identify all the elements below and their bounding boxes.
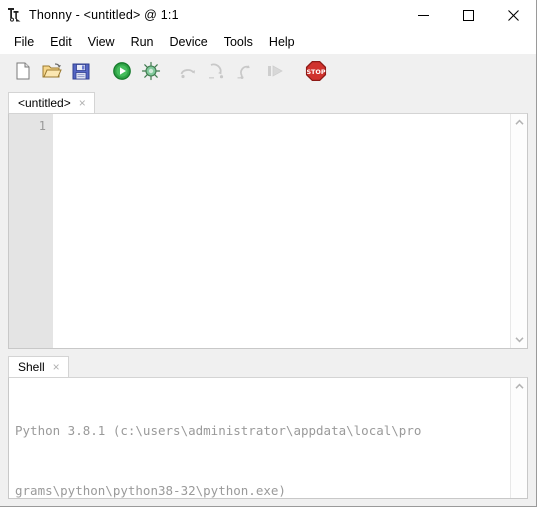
step-into-icon [209,63,224,79]
toolbar: STOP [0,54,536,87]
shell-tab-close-icon[interactable]: × [51,361,62,373]
debug-button[interactable] [138,58,164,84]
chevron-down-icon [514,337,524,343]
step-over-icon [180,68,195,78]
editor-body: 1 [8,113,528,349]
shell-line: grams\python\python38-32\python.exe) [15,481,510,498]
menu-device[interactable]: Device [162,33,216,51]
editor-vertical-scrollbar[interactable] [510,114,527,348]
shell-tabstrip: Shell × [8,355,528,377]
open-file-button[interactable] [39,58,65,84]
chevron-up-icon [514,383,524,389]
resume-icon [268,64,283,77]
menu-file[interactable]: File [6,33,42,51]
chevron-up-icon [514,119,524,125]
editor-scroll-up-button[interactable] [511,114,527,131]
resume-button[interactable] [262,58,288,84]
editor-tab-label: <untitled> [18,96,71,110]
shell-banner-line-2: grams\python\python38-32\python.exe) [15,483,286,498]
title-bar: Thonny - <untitled> @ 1:1 [0,0,536,30]
maximize-button[interactable] [446,0,491,30]
window-title: Thonny - <untitled> @ 1:1 [29,8,179,22]
menu-bar: File Edit View Run Device Tools Help [0,30,536,54]
close-button[interactable] [491,0,536,30]
new-file-button[interactable] [10,58,36,84]
shell-line: Python 3.8.1 (c:\users\administrator\app… [15,421,510,441]
step-over-button[interactable] [175,58,201,84]
thonny-logo-icon [7,7,23,23]
editor-text-area[interactable] [53,114,510,348]
editor-tabstrip: <untitled> × [8,91,528,113]
step-into-button[interactable] [204,58,230,84]
minimize-icon [418,14,429,16]
line-number: 1 [38,119,46,133]
close-icon [508,9,519,21]
shell-body: Python 3.8.1 (c:\users\administrator\app… [8,377,528,499]
svg-text:STOP: STOP [306,68,325,76]
new-file-icon [16,62,30,79]
shell-output[interactable]: Python 3.8.1 (c:\users\administrator\app… [9,378,510,498]
thonny-main-window: Thonny - <untitled> @ 1:1 File Edit View… [0,0,537,507]
step-out-icon [237,64,250,79]
menu-tools[interactable]: Tools [216,33,261,51]
shell-banner-line-1: Python 3.8.1 (c:\users\administrator\app… [15,423,422,438]
shell-tab-label: Shell [18,360,45,374]
open-file-icon [42,62,62,77]
shell-scroll-track[interactable] [511,395,527,498]
menu-help[interactable]: Help [261,33,303,51]
window-controls [401,0,536,30]
save-file-button[interactable] [68,58,94,84]
shell-scroll-up-button[interactable] [511,378,527,395]
debug-icon [141,61,161,80]
run-button[interactable] [109,58,135,84]
menu-view[interactable]: View [80,33,123,51]
stop-button[interactable]: STOP [303,58,329,84]
shell-pane: Shell × Python 3.8.1 (c:\users\administr… [8,355,528,499]
shell-vertical-scrollbar[interactable] [510,378,527,498]
step-out-button[interactable] [233,58,259,84]
minimize-button[interactable] [401,0,446,30]
editor-tab-close-icon[interactable]: × [77,97,88,109]
editor-tab-untitled[interactable]: <untitled> × [8,92,95,113]
save-file-icon [72,63,90,79]
editor-gutter: 1 [9,114,53,348]
shell-tab[interactable]: Shell × [8,356,69,377]
editor-pane: <untitled> × 1 [8,91,528,349]
run-icon [113,61,131,80]
menu-edit[interactable]: Edit [42,33,80,51]
stop-icon: STOP [305,60,327,81]
editor-scroll-track[interactable] [511,131,527,331]
editor-scroll-down-button[interactable] [511,331,527,348]
menu-run[interactable]: Run [123,33,162,51]
maximize-icon [463,9,474,21]
